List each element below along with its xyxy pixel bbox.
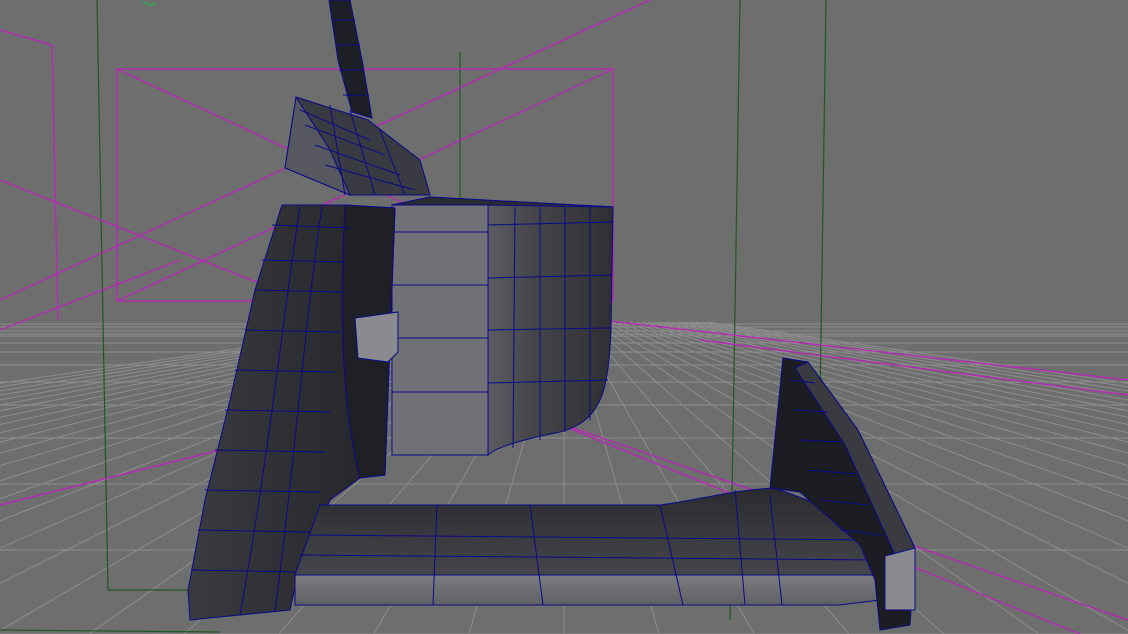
fin-mesh[interactable] — [328, 0, 373, 119]
viewport-scene[interactable] — [0, 0, 1128, 634]
base-floor-mesh[interactable] — [294, 487, 886, 606]
axis-gizmo-icon — [142, 1, 157, 6]
3d-viewport[interactable] — [0, 0, 1128, 634]
back-panel-mesh[interactable] — [391, 196, 614, 457]
